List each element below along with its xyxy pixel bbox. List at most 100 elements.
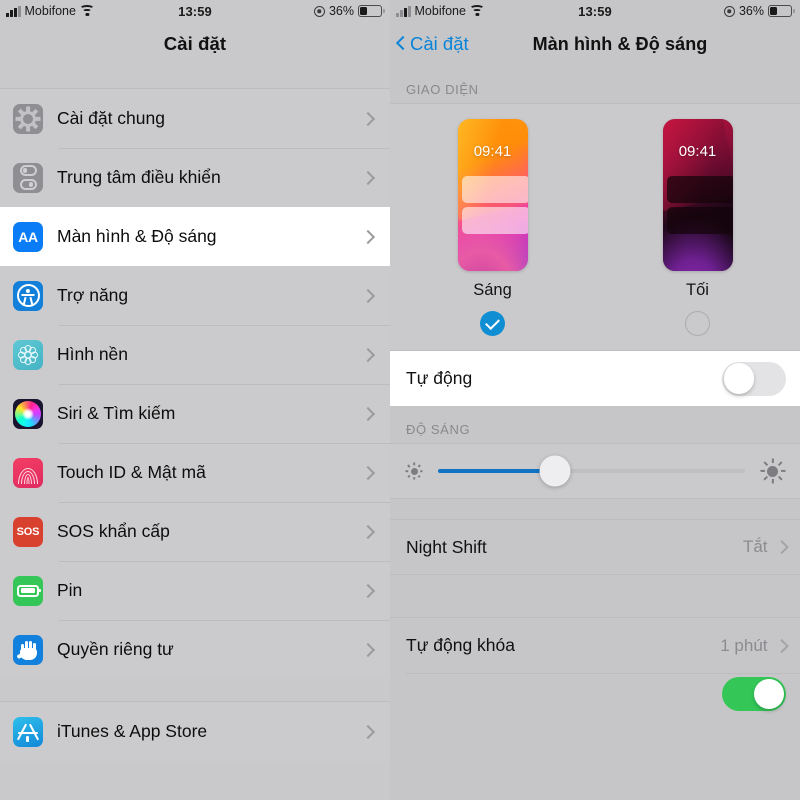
signal-bars-icon xyxy=(6,5,21,17)
location-icon xyxy=(313,5,325,17)
display-aa-icon: AA xyxy=(13,221,43,252)
sidebar-item-label: Siri & Tìm kiếm xyxy=(57,403,176,423)
sidebar-item-privacy[interactable]: Quyền riêng tư xyxy=(0,620,390,679)
carrier-label: Mobifone xyxy=(414,4,466,18)
section-gap xyxy=(390,499,800,519)
status-left-group: Mobifone xyxy=(6,4,95,18)
chevron-right-icon xyxy=(360,229,376,244)
status-right-group: 36% xyxy=(723,4,795,18)
preview-notification-card xyxy=(461,207,528,234)
settings-group-1: Cài đặt chung Trung tâm điều khiển AA Mà… xyxy=(0,88,390,679)
sidebar-item-general[interactable]: Cài đặt chung xyxy=(0,89,390,148)
status-right-group: 36% xyxy=(313,4,385,18)
automatic-toggle[interactable] xyxy=(722,361,786,396)
brightness-slider-row[interactable] xyxy=(390,443,800,499)
nav-bar-left: Cài đặt xyxy=(0,22,390,66)
preview-notification-card xyxy=(666,207,733,234)
display-brightness-screen: Mobifone 13:59 36% Cài đặt Màn hình & Độ… xyxy=(390,0,800,800)
dark-theme-radio[interactable] xyxy=(685,311,710,336)
appearance-option-label: Tối xyxy=(686,281,709,299)
sidebar-item-accessibility[interactable]: Trợ năng xyxy=(0,266,390,325)
preview-time-label: 09:41 xyxy=(473,143,512,160)
chevron-right-icon xyxy=(360,347,376,362)
night-shift-row[interactable]: Night Shift Tắt xyxy=(390,519,800,575)
sidebar-item-label: Pin xyxy=(57,580,83,600)
chevron-right-icon xyxy=(360,465,376,480)
section-gap xyxy=(390,575,800,617)
brightness-slider-fill xyxy=(438,469,555,473)
wifi-icon xyxy=(469,5,485,17)
sidebar-item-touch-id-passcode[interactable]: Touch ID & Mật mã xyxy=(0,443,390,502)
settings-group-2: iTunes & App Store xyxy=(0,701,390,761)
fingerprint-icon xyxy=(13,457,43,488)
carrier-label: Mobifone xyxy=(24,4,76,18)
sidebar-item-label: Trợ năng xyxy=(57,285,129,305)
preview-time-label: 09:41 xyxy=(678,143,717,160)
chevron-right-icon xyxy=(360,583,376,598)
gear-icon xyxy=(13,103,43,134)
sun-small-icon xyxy=(404,461,424,481)
auto-lock-row[interactable]: Tự động khóa 1 phút xyxy=(390,617,800,673)
partial-bottom-row[interactable] xyxy=(390,674,800,714)
hand-icon xyxy=(13,634,43,665)
sidebar-item-wallpaper[interactable]: Hình nền xyxy=(0,325,390,384)
chevron-right-icon xyxy=(360,170,376,185)
auto-lock-label: Tự động khóa xyxy=(406,635,516,655)
appearance-option-light[interactable]: 09:41 Sáng xyxy=(457,119,528,336)
sidebar-item-label: Hình nền xyxy=(57,344,129,364)
status-bar-right: Mobifone 13:59 36% xyxy=(390,0,800,22)
back-button[interactable]: Cài đặt xyxy=(390,33,469,55)
sos-glyph: SOS xyxy=(16,525,40,538)
siri-icon xyxy=(13,398,43,429)
light-theme-preview: 09:41 xyxy=(457,119,528,271)
battery-icon xyxy=(768,5,795,17)
automatic-appearance-row[interactable]: Tự động xyxy=(390,350,800,406)
signal-bars-icon xyxy=(396,5,411,17)
aa-glyph: AA xyxy=(18,228,38,245)
sidebar-item-display-brightness[interactable]: AA Màn hình & Độ sáng xyxy=(0,207,390,266)
back-button-label: Cài đặt xyxy=(410,33,469,54)
toggle-knob xyxy=(723,363,755,394)
sidebar-item-itunes-app-store[interactable]: iTunes & App Store xyxy=(0,702,390,761)
bottom-toggle[interactable] xyxy=(722,677,786,711)
chevron-right-icon xyxy=(360,524,376,539)
sidebar-item-label: Cài đặt chung xyxy=(57,108,165,128)
sidebar-item-siri-search[interactable]: Siri & Tìm kiếm xyxy=(0,384,390,443)
chevron-right-icon xyxy=(360,288,376,303)
sidebar-item-label: Trung tâm điều khiển xyxy=(57,167,221,187)
sos-icon: SOS xyxy=(13,516,43,547)
battery-icon xyxy=(358,5,385,17)
list-top-gap xyxy=(0,66,390,88)
sidebar-item-battery[interactable]: Pin xyxy=(0,561,390,620)
automatic-label: Tự động xyxy=(406,368,473,388)
page-title: Cài đặt xyxy=(163,33,227,54)
auto-lock-value: 1 phút xyxy=(720,635,768,655)
toggle-knob xyxy=(753,678,785,710)
appearance-option-label: Sáng xyxy=(473,281,512,299)
chevron-right-icon xyxy=(774,638,788,653)
chevron-right-icon xyxy=(360,111,376,126)
light-theme-radio-selected[interactable] xyxy=(480,311,505,336)
preview-notification-card xyxy=(666,176,733,203)
chevron-left-icon xyxy=(396,35,407,54)
sun-large-icon xyxy=(759,458,786,485)
status-bar-left: Mobifone 13:59 36% xyxy=(0,0,390,22)
night-shift-value: Tắt xyxy=(742,537,768,556)
preview-notification-card xyxy=(461,176,528,203)
chevron-right-icon xyxy=(774,540,788,554)
sidebar-item-label: iTunes & App Store xyxy=(57,721,208,741)
appearance-option-dark[interactable]: 09:41 Tối xyxy=(662,119,733,336)
brightness-slider-knob[interactable] xyxy=(539,455,571,487)
brightness-slider[interactable] xyxy=(438,455,745,487)
dual-screenshot: Mobifone 13:59 36% Cài đặt Cài đặt chung xyxy=(0,0,800,800)
sidebar-item-label: SOS khẩn cấp xyxy=(57,521,170,541)
battery-app-icon xyxy=(13,575,43,606)
sidebar-item-control-center[interactable]: Trung tâm điều khiển xyxy=(0,148,390,207)
status-left-group: Mobifone xyxy=(396,4,485,18)
sidebar-item-emergency-sos[interactable]: SOS SOS khẩn cấp xyxy=(0,502,390,561)
chevron-right-icon xyxy=(360,406,376,421)
accessibility-icon xyxy=(13,280,43,311)
brightness-section-header: ĐỘ SÁNG xyxy=(390,406,800,443)
battery-percent-label: 36% xyxy=(738,4,764,18)
location-icon xyxy=(723,5,735,17)
